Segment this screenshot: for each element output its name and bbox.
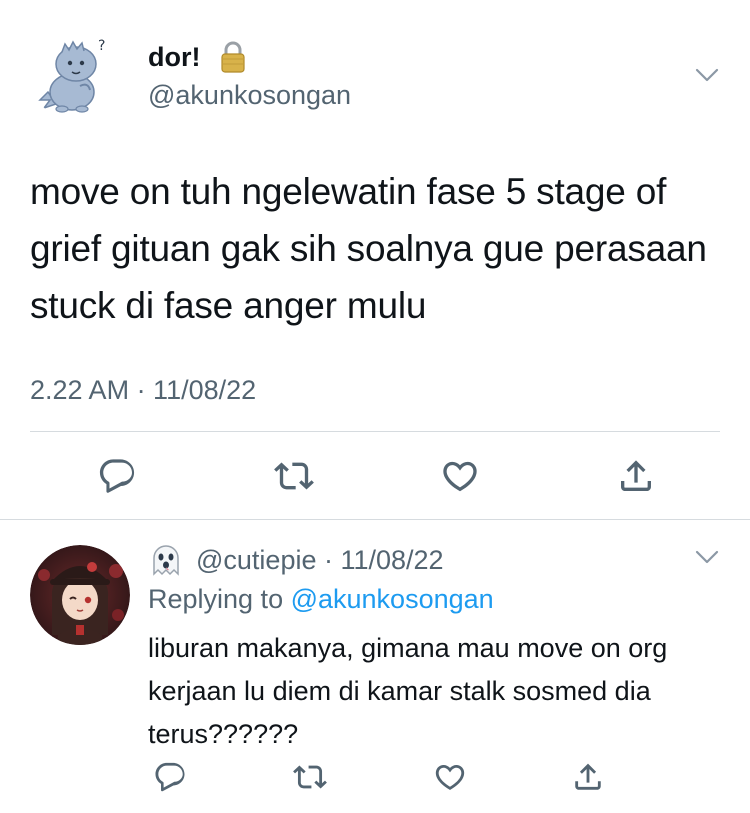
reply-text: liburan makanya, gimana mau move on org … <box>148 633 668 749</box>
lock-icon <box>218 40 248 74</box>
divider <box>30 431 720 432</box>
share-button[interactable] <box>612 452 660 500</box>
tweet-action-bar <box>30 452 720 500</box>
share-icon <box>621 460 651 491</box>
reply-icon <box>99 459 135 493</box>
like-button[interactable] <box>428 755 472 799</box>
avatar[interactable] <box>30 545 130 645</box>
retweet-icon <box>293 765 327 789</box>
display-name[interactable]: dor! <box>148 40 200 74</box>
reply-handle-date[interactable]: @cutiepie · 11/08/22 <box>196 543 444 577</box>
share-button[interactable] <box>566 755 610 799</box>
avatar[interactable]: ? <box>30 30 120 120</box>
anime-avatar-icon <box>30 545 130 645</box>
like-button[interactable] <box>436 452 484 500</box>
mention-link[interactable]: @akunkosongan <box>291 584 494 614</box>
ghost-icon <box>148 542 184 578</box>
divider <box>0 519 750 520</box>
retweet-button[interactable] <box>288 755 332 799</box>
retweet-icon <box>274 462 314 490</box>
retweet-button[interactable] <box>270 452 318 500</box>
share-icon <box>575 763 601 790</box>
reply-action-bar <box>148 755 720 799</box>
svg-text:?: ? <box>98 38 105 54</box>
chevron-down-icon[interactable] <box>692 60 722 90</box>
tweet-timestamp[interactable]: 2.22 AM · 11/08/22 <box>30 373 256 407</box>
reply-icon <box>155 762 185 792</box>
user-handle[interactable]: @akunkosongan <box>148 78 351 112</box>
heart-icon <box>443 461 477 492</box>
reply-button[interactable] <box>148 755 192 799</box>
reply-button[interactable] <box>93 452 141 500</box>
replying-to-label: Replying to <box>148 584 291 614</box>
chevron-down-icon[interactable] <box>692 542 722 572</box>
tweet-text: move on tuh ngelewatin fase 5 stage of g… <box>30 171 707 326</box>
replying-to: Replying to @akunkosongan <box>148 582 494 616</box>
heart-icon <box>435 764 465 790</box>
dinosaur-avatar-icon: ? <box>30 30 120 120</box>
